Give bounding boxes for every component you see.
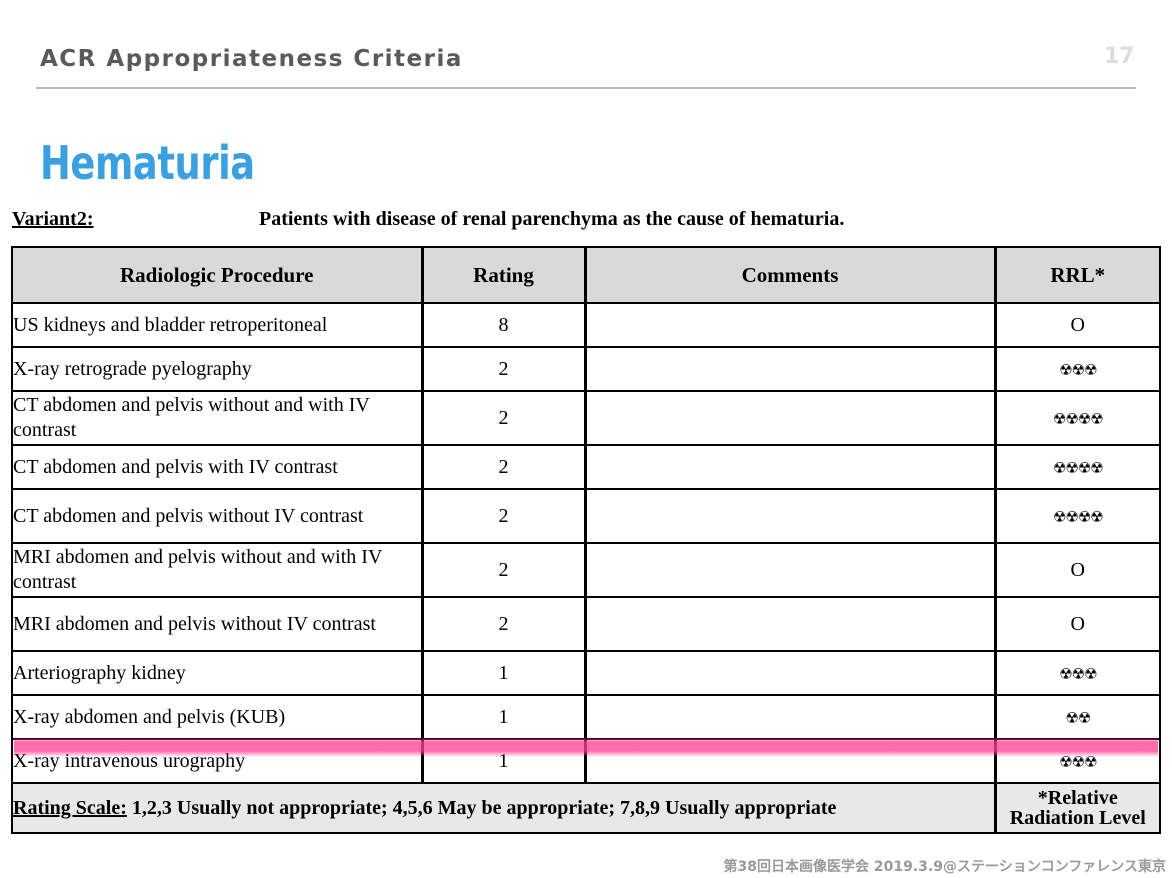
- radiation-icon: ☢☢☢☢: [1052, 458, 1104, 477]
- table-row: X-ray abdomen and pelvis (KUB) 1 ☢☢: [11, 694, 1161, 740]
- comments-cell: [583, 542, 996, 598]
- rrl-legend: *Relative Radiation Level: [993, 782, 1161, 834]
- table-row: CT abdomen and pelvis without and with I…: [11, 390, 1161, 446]
- table-row: X-ray retrograde pyelography 2 ☢☢☢: [11, 346, 1161, 392]
- header-title: ACR Appropriateness Criteria: [40, 46, 463, 72]
- procedure-cell: MRI abdomen and pelvis without IV contra…: [11, 596, 423, 652]
- slide-title: Hematuria: [40, 136, 255, 190]
- procedure-cell: CT abdomen and pelvis without and with I…: [11, 390, 423, 446]
- procedure-cell: MRI abdomen and pelvis without and with …: [11, 542, 423, 598]
- rating-scale-label: Rating Scale:: [13, 796, 127, 819]
- rating-cell: 2: [420, 390, 586, 446]
- procedure-cell: Arteriography kidney: [11, 650, 423, 696]
- rrl-legend-line2: Radiation Level: [1009, 807, 1146, 829]
- rrl-cell: O: [993, 302, 1161, 348]
- rating-cell: 1: [420, 694, 586, 740]
- highlight-marker-stroke: [14, 737, 1158, 757]
- rating-cell: 2: [420, 542, 586, 598]
- comments-cell: [583, 694, 996, 740]
- radiation-icon: ☢☢☢: [1059, 360, 1097, 379]
- rating-cell: 2: [420, 346, 586, 392]
- rrl-cell: ☢☢: [993, 694, 1161, 740]
- rrl-cell: ☢☢☢☢: [993, 488, 1161, 544]
- rating-cell: 1: [420, 650, 586, 696]
- table-row: MRI abdomen and pelvis without IV contra…: [11, 596, 1161, 652]
- table-footer-row: Rating Scale: 1,2,3 Usually not appropri…: [11, 782, 1161, 834]
- radiation-icon: ☢☢☢☢: [1052, 409, 1104, 428]
- column-header-procedure: Radiologic Procedure: [11, 246, 423, 304]
- comments-cell: [583, 596, 996, 652]
- radiation-icon: ☢☢☢: [1059, 664, 1097, 683]
- comments-cell: [583, 346, 996, 392]
- table-row: MRI abdomen and pelvis without and with …: [11, 542, 1161, 598]
- page-number: 17: [1104, 44, 1135, 69]
- comments-cell: [583, 390, 996, 446]
- rrl-cell: ☢☢☢☢: [993, 390, 1161, 446]
- comments-cell: [583, 488, 996, 544]
- table-row: Arteriography kidney 1 ☢☢☢: [11, 650, 1161, 696]
- footer-credit: 第38回日本画像医学会 2019.3.9@ステーションコンファレンス東京: [723, 859, 1166, 875]
- table-header-row: Radiologic Procedure Rating Comments RRL…: [11, 246, 1161, 304]
- table-row: CT abdomen and pelvis with IV contrast 2…: [11, 444, 1161, 490]
- procedure-cell: CT abdomen and pelvis without IV contras…: [11, 488, 423, 544]
- rrl-cell: ☢☢☢: [993, 650, 1161, 696]
- rating-cell: 2: [420, 596, 586, 652]
- radiation-icon: ☢☢☢☢: [1052, 507, 1104, 526]
- variant-label: Variant2:: [12, 208, 94, 230]
- procedure-cell: X-ray retrograde pyelography: [11, 346, 423, 392]
- procedure-cell: US kidneys and bladder retroperitoneal: [11, 302, 423, 348]
- rrl-cell: ☢☢☢☢: [993, 444, 1161, 490]
- rating-cell: 2: [420, 444, 586, 490]
- procedure-cell: CT abdomen and pelvis with IV contrast: [11, 444, 423, 490]
- column-header-rrl: RRL*: [993, 246, 1161, 304]
- rating-scale-text: 1,2,3 Usually not appropriate; 4,5,6 May…: [126, 796, 837, 819]
- procedure-cell: X-ray abdomen and pelvis (KUB): [11, 694, 423, 740]
- column-header-rating: Rating: [420, 246, 586, 304]
- variant-description: Patients with disease of renal parenchym…: [259, 208, 845, 230]
- table-row: CT abdomen and pelvis without IV contras…: [11, 488, 1161, 544]
- radiation-icon: ☢☢: [1065, 708, 1091, 727]
- rating-cell: 8: [420, 302, 586, 348]
- comments-cell: [583, 302, 996, 348]
- rrl-legend-line1: *Relative: [1037, 787, 1118, 809]
- rrl-cell: O: [993, 596, 1161, 652]
- header-divider: [36, 87, 1136, 89]
- comments-cell: [583, 650, 996, 696]
- rating-cell: 2: [420, 488, 586, 544]
- table-row: US kidneys and bladder retroperitoneal 8…: [11, 302, 1161, 348]
- column-header-comments: Comments: [583, 246, 996, 304]
- rating-scale-legend: Rating Scale: 1,2,3 Usually not appropri…: [11, 782, 996, 834]
- comments-cell: [583, 444, 996, 490]
- rrl-cell: O: [993, 542, 1161, 598]
- rrl-cell: ☢☢☢: [993, 346, 1161, 392]
